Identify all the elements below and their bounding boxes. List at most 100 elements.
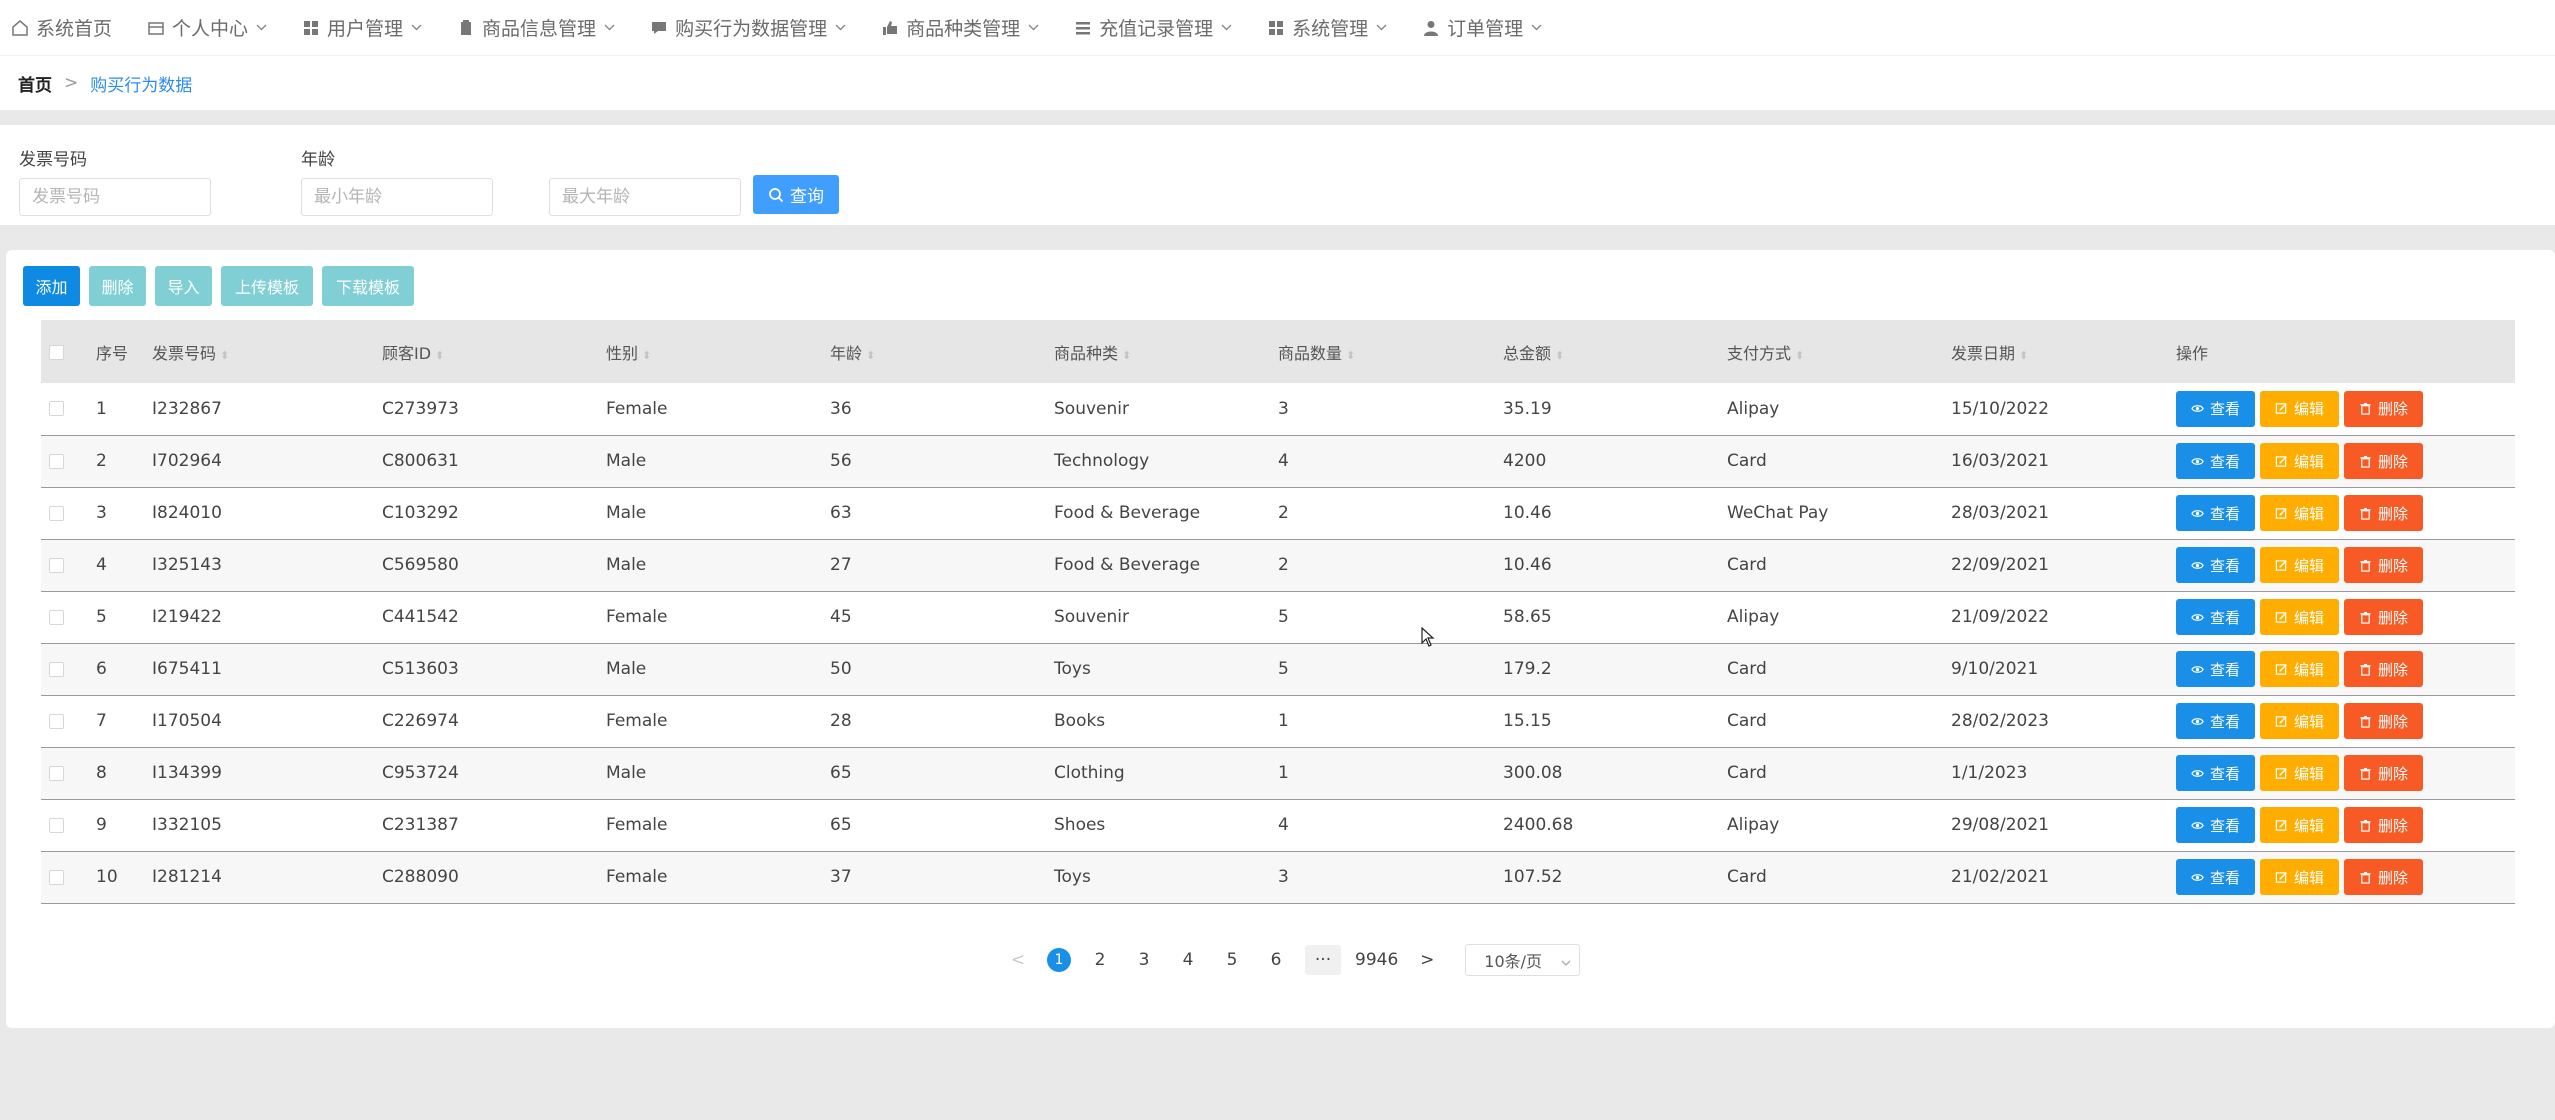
sort-icon[interactable]: ⬍: [1555, 349, 1564, 362]
header-total[interactable]: 总金额 ⬍: [1503, 320, 1727, 383]
sort-icon[interactable]: ⬍: [1795, 349, 1804, 362]
breadcrumb-home[interactable]: 首页: [18, 71, 52, 96]
batch-delete-button[interactable]: 删除: [89, 266, 146, 306]
row-checkbox[interactable]: [49, 869, 64, 885]
view-button[interactable]: 查看: [2176, 390, 2255, 427]
cell-total: 15.15: [1503, 711, 1552, 731]
edit-button[interactable]: 编辑: [2260, 390, 2339, 427]
sort-icon[interactable]: ⬍: [220, 349, 229, 362]
prev-page-button[interactable]: <: [1003, 945, 1033, 975]
page-button[interactable]: 2: [1085, 945, 1115, 975]
last-page-button[interactable]: 9946: [1355, 945, 1398, 975]
delete-button[interactable]: 删除: [2344, 443, 2423, 479]
chevron-down-icon: [1561, 951, 1571, 970]
header-payment[interactable]: 支付方式 ⬍: [1727, 320, 1951, 383]
page-button[interactable]: 6: [1261, 945, 1291, 975]
row-checkbox[interactable]: [49, 557, 64, 573]
delete-button[interactable]: 删除: [2344, 755, 2423, 791]
edit-button[interactable]: 编辑: [2260, 495, 2339, 531]
delete-button[interactable]: 删除: [2344, 859, 2423, 895]
next-page-button[interactable]: >: [1412, 945, 1442, 975]
invoice-number-input[interactable]: [19, 178, 211, 216]
page-size-select[interactable]: 10条/页: [1465, 944, 1581, 976]
delete-label: 删除: [2377, 400, 2408, 419]
page-button[interactable]: 5: [1217, 945, 1247, 975]
view-button[interactable]: 查看: [2176, 703, 2255, 739]
edit-button[interactable]: 编辑: [2260, 755, 2339, 791]
row-checkbox[interactable]: [49, 713, 64, 729]
query-button[interactable]: 查询: [753, 175, 839, 214]
sort-icon[interactable]: ⬍: [866, 349, 875, 362]
header-invoice-no[interactable]: 发票号码 ⬍: [152, 320, 382, 383]
more-pages-button[interactable]: ···: [1305, 945, 1341, 975]
sort-icon[interactable]: ⬍: [642, 349, 651, 362]
delete-button[interactable]: 删除: [2344, 651, 2423, 687]
nav-item-9[interactable]: 订单管理: [1421, 0, 1542, 56]
min-age-input[interactable]: [301, 178, 493, 216]
edit-button[interactable]: 编辑: [2260, 703, 2339, 739]
cell-invoice-date: 16/03/2021: [1951, 451, 2049, 471]
page-button[interactable]: 1: [1047, 948, 1071, 972]
edit-button[interactable]: 编辑: [2260, 443, 2339, 479]
download-template-button[interactable]: 下载模板: [322, 266, 414, 306]
upload-template-button[interactable]: 上传模板: [221, 266, 313, 306]
edit-label: 编辑: [2293, 504, 2324, 523]
nav-item-7[interactable]: 充值记录管理: [1073, 0, 1232, 56]
delete-button[interactable]: 删除: [2344, 807, 2423, 843]
view-button[interactable]: 查看: [2176, 755, 2255, 791]
row-checkbox[interactable]: [49, 765, 64, 781]
header-age[interactable]: 年龄 ⬍: [830, 320, 1054, 383]
sort-icon[interactable]: ⬍: [1346, 349, 1355, 362]
chevron-down-icon: [835, 20, 846, 35]
chevron-down-icon: [1531, 20, 1542, 35]
import-button[interactable]: 导入: [155, 266, 212, 306]
delete-button[interactable]: 删除: [2344, 495, 2423, 531]
sort-icon[interactable]: ⬍: [2019, 349, 2028, 362]
page-button[interactable]: 3: [1129, 945, 1159, 975]
header-category[interactable]: 商品种类 ⬍: [1054, 320, 1278, 383]
row-checkbox[interactable]: [49, 609, 64, 625]
page-button[interactable]: 4: [1173, 945, 1203, 975]
header-customer-id[interactable]: 顾客ID ⬍: [382, 320, 606, 383]
nav-item-8[interactable]: 系统管理: [1266, 0, 1387, 56]
row-checkbox[interactable]: [49, 817, 64, 833]
header-gender[interactable]: 性别 ⬍: [606, 320, 830, 383]
edit-button[interactable]: 编辑: [2260, 547, 2339, 583]
view-button[interactable]: 查看: [2176, 599, 2255, 635]
edit-button[interactable]: 编辑: [2260, 859, 2339, 895]
delete-button[interactable]: 删除: [2344, 703, 2423, 739]
nav-item-2[interactable]: 个人中心: [146, 0, 267, 56]
add-button[interactable]: 添加: [23, 266, 80, 306]
delete-button[interactable]: 删除: [2344, 390, 2423, 427]
view-label: 查看: [2209, 764, 2240, 783]
view-button[interactable]: 查看: [2176, 495, 2255, 531]
view-button[interactable]: 查看: [2176, 547, 2255, 583]
edit-button[interactable]: 编辑: [2260, 651, 2339, 687]
edit-button[interactable]: 编辑: [2260, 599, 2339, 635]
nav-item-6[interactable]: 商品种类管理: [880, 0, 1039, 56]
sort-icon[interactable]: ⬍: [1122, 349, 1131, 362]
cell-gender: Female: [606, 398, 668, 419]
table-row: 1 I232867 C273973 Female 36 Souvenir 3 35.19 Ali…: [41, 383, 2515, 435]
row-checkbox[interactable]: [49, 505, 64, 521]
max-age-input[interactable]: [549, 178, 741, 216]
view-button[interactable]: 查看: [2176, 443, 2255, 479]
select-all-checkbox[interactable]: [49, 345, 64, 360]
row-checkbox[interactable]: [49, 401, 64, 417]
delete-button[interactable]: 删除: [2344, 599, 2423, 635]
nav-item-5[interactable]: 购买行为数据管理: [649, 0, 846, 56]
row-checkbox[interactable]: [49, 661, 64, 677]
view-button[interactable]: 查看: [2176, 651, 2255, 687]
sort-icon[interactable]: ⬍: [435, 349, 444, 362]
view-button[interactable]: 查看: [2176, 859, 2255, 895]
table-row: 3 I824010 C103292 Male 63 Food & Beverage 2 10.…: [41, 487, 2515, 539]
header-quantity[interactable]: 商品数量 ⬍: [1278, 320, 1503, 383]
nav-item-3[interactable]: 用户管理: [301, 0, 422, 56]
row-checkbox[interactable]: [49, 453, 64, 469]
header-invoice-date[interactable]: 发票日期 ⬍: [1951, 320, 2176, 383]
delete-button[interactable]: 删除: [2344, 547, 2423, 583]
nav-item-1[interactable]: 系统首页: [10, 0, 112, 56]
edit-button[interactable]: 编辑: [2260, 807, 2339, 843]
nav-item-4[interactable]: 商品信息管理: [456, 0, 615, 56]
view-button[interactable]: 查看: [2176, 807, 2255, 843]
